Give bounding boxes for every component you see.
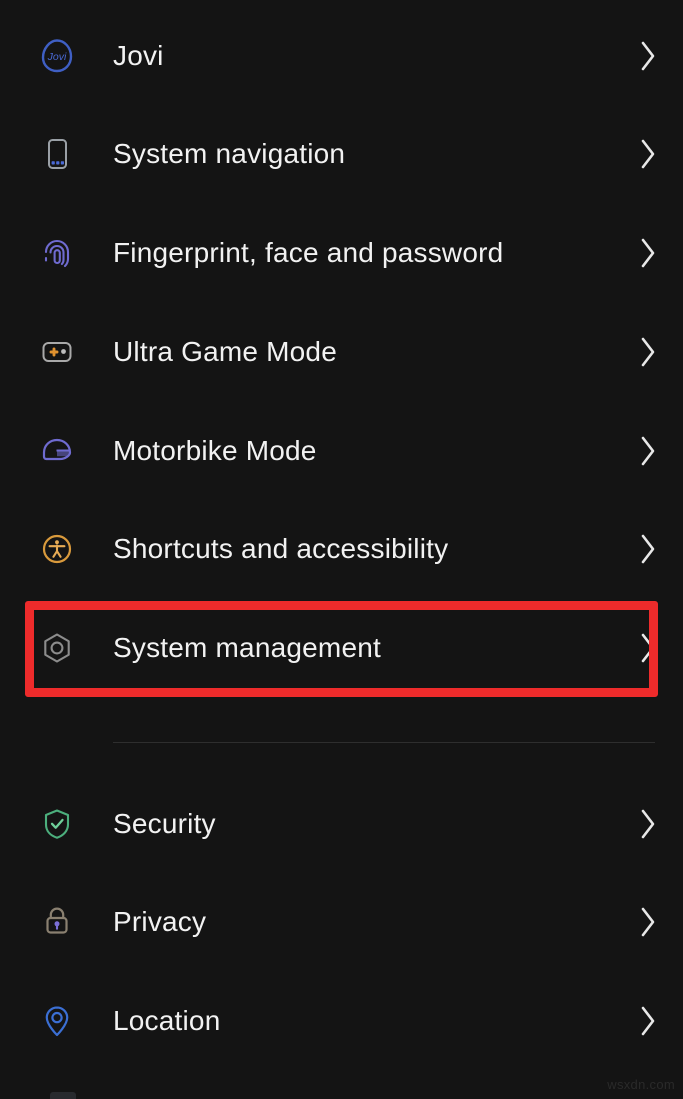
list-item-label: Security bbox=[113, 807, 216, 839]
chevron-right-icon[interactable] bbox=[613, 532, 683, 566]
helmet-icon bbox=[0, 430, 113, 472]
chevron-right-icon[interactable] bbox=[613, 1004, 683, 1038]
fingerprint-icon bbox=[0, 232, 113, 274]
list-item-security[interactable]: Security bbox=[0, 774, 683, 873]
list-item-ultra-game-mode[interactable]: Ultra Game Mode bbox=[0, 302, 683, 401]
settings-screen: Jovi Jovi System navigation Fingerprint,… bbox=[0, 0, 683, 1099]
phone-nav-icon bbox=[0, 133, 113, 175]
list-item-label: System management bbox=[113, 631, 381, 663]
list-item-location[interactable]: Location bbox=[0, 971, 683, 1070]
shield-check-icon bbox=[0, 803, 113, 845]
jovi-icon: Jovi bbox=[0, 35, 113, 77]
group-divider bbox=[113, 742, 655, 743]
list-item-fingerprint-face-password[interactable]: Fingerprint, face and password bbox=[0, 203, 683, 302]
chevron-right-icon[interactable] bbox=[613, 631, 683, 665]
list-item-label: Shortcuts and accessibility bbox=[113, 532, 449, 564]
chevron-right-icon[interactable] bbox=[613, 434, 683, 468]
accessibility-icon bbox=[0, 528, 113, 570]
list-item-label: Motorbike Mode bbox=[113, 434, 317, 466]
location-pin-icon bbox=[0, 1000, 113, 1042]
lock-icon bbox=[0, 901, 113, 943]
game-controller-icon bbox=[0, 331, 113, 373]
list-item-privacy[interactable]: Privacy bbox=[0, 872, 683, 971]
list-item-shortcuts-accessibility[interactable]: Shortcuts and accessibility bbox=[0, 499, 683, 598]
next-list-item-partial-icon bbox=[50, 1092, 76, 1099]
list-item-label: Location bbox=[113, 1004, 221, 1036]
chevron-right-icon[interactable] bbox=[613, 39, 683, 73]
watermark: wsxdn.com bbox=[607, 1077, 675, 1092]
list-item-jovi[interactable]: Jovi Jovi bbox=[0, 6, 683, 105]
list-item-label: System navigation bbox=[113, 137, 346, 169]
hexagon-gear-icon bbox=[0, 627, 113, 669]
list-item-label: Privacy bbox=[113, 905, 207, 937]
list-item-label: Ultra Game Mode bbox=[113, 335, 337, 367]
svg-text:Jovi: Jovi bbox=[46, 51, 66, 63]
chevron-right-icon[interactable] bbox=[613, 905, 683, 939]
chevron-right-icon[interactable] bbox=[613, 137, 683, 171]
list-item-label: Fingerprint, face and password bbox=[113, 236, 504, 268]
chevron-right-icon[interactable] bbox=[613, 335, 683, 369]
list-item-system-navigation[interactable]: System navigation bbox=[0, 104, 683, 203]
list-item-motorbike-mode[interactable]: Motorbike Mode bbox=[0, 401, 683, 500]
chevron-right-icon[interactable] bbox=[613, 807, 683, 841]
list-item-label: Jovi bbox=[113, 39, 164, 71]
list-item-system-management[interactable]: System management bbox=[0, 598, 683, 697]
chevron-right-icon[interactable] bbox=[613, 236, 683, 270]
